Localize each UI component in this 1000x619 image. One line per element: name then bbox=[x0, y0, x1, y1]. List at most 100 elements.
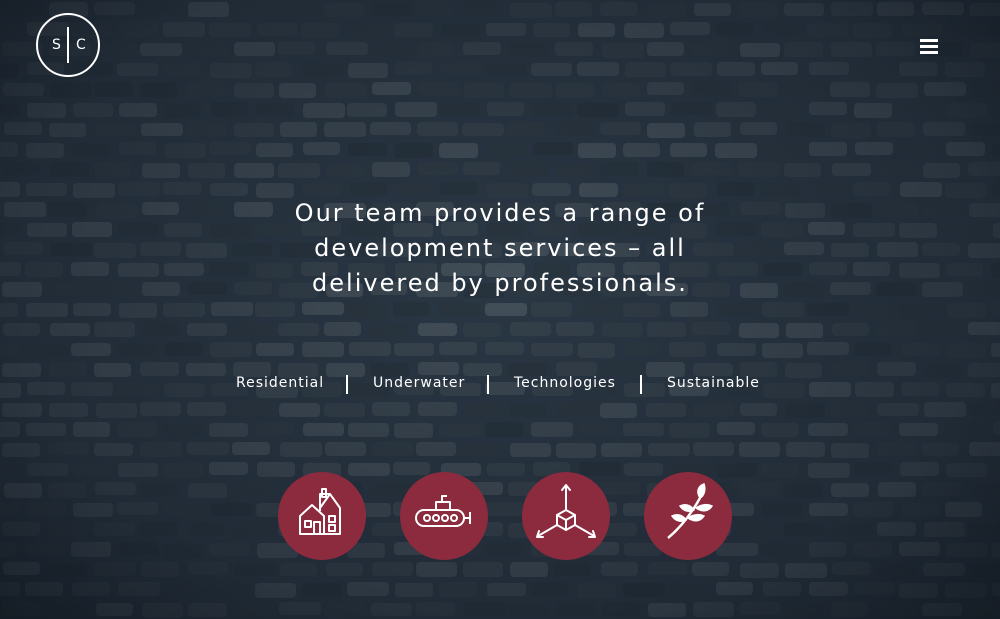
service-link-sustainable[interactable]: Sustainable bbox=[667, 375, 760, 391]
brick bbox=[140, 362, 179, 376]
brick bbox=[163, 62, 201, 77]
brick bbox=[26, 303, 68, 317]
brick bbox=[922, 482, 961, 496]
brick bbox=[807, 303, 849, 316]
brick bbox=[50, 323, 90, 336]
brick bbox=[853, 182, 890, 196]
brick bbox=[141, 123, 183, 136]
brick bbox=[140, 242, 181, 256]
brick bbox=[303, 142, 340, 155]
brick bbox=[395, 102, 437, 117]
brick bbox=[0, 462, 18, 476]
brick bbox=[968, 282, 1000, 295]
brick bbox=[117, 343, 158, 357]
brick bbox=[809, 262, 847, 275]
service-link-residential[interactable]: Residential bbox=[236, 375, 324, 391]
brick bbox=[876, 83, 918, 98]
brick bbox=[96, 603, 133, 616]
services-nav: Residential Underwater Technologies Sust… bbox=[0, 375, 1000, 397]
brick bbox=[761, 543, 800, 556]
brick bbox=[280, 442, 322, 457]
brick bbox=[278, 163, 320, 178]
brick bbox=[624, 23, 664, 38]
brick bbox=[187, 323, 227, 336]
brick bbox=[142, 202, 179, 215]
sustainable-button[interactable] bbox=[644, 472, 732, 560]
brick bbox=[670, 143, 707, 157]
brick bbox=[763, 582, 801, 596]
technologies-button[interactable] bbox=[522, 472, 610, 560]
brick bbox=[210, 63, 252, 78]
brick bbox=[347, 22, 389, 37]
underwater-button[interactable] bbox=[400, 472, 488, 560]
brick bbox=[0, 303, 18, 317]
brick bbox=[970, 83, 1000, 97]
brick bbox=[463, 562, 503, 577]
brick bbox=[922, 443, 959, 456]
service-link-underwater[interactable]: Underwater bbox=[373, 375, 465, 391]
brick bbox=[510, 443, 551, 457]
brick bbox=[210, 183, 248, 196]
brick bbox=[49, 523, 88, 538]
brick bbox=[187, 82, 226, 97]
brick bbox=[209, 142, 251, 155]
brick bbox=[877, 603, 917, 617]
brick bbox=[968, 243, 1000, 258]
brick bbox=[302, 342, 344, 357]
brick bbox=[968, 523, 1000, 536]
brick bbox=[256, 422, 294, 435]
hamburger-menu-icon[interactable] bbox=[920, 37, 938, 55]
brick bbox=[809, 582, 848, 596]
brick bbox=[3, 562, 40, 575]
brick bbox=[463, 162, 500, 175]
brick bbox=[968, 402, 1000, 416]
brick bbox=[509, 43, 548, 57]
brick bbox=[853, 23, 892, 38]
brick bbox=[738, 162, 780, 177]
brick bbox=[646, 403, 686, 417]
service-separator bbox=[487, 375, 489, 394]
brick bbox=[140, 43, 182, 56]
brick bbox=[899, 143, 937, 156]
brick bbox=[716, 102, 756, 117]
brick bbox=[94, 523, 135, 536]
brick bbox=[922, 2, 964, 15]
brick bbox=[555, 2, 592, 17]
brick bbox=[762, 302, 804, 317]
brick bbox=[118, 263, 159, 277]
brick bbox=[232, 402, 269, 416]
brick bbox=[947, 303, 986, 318]
brick bbox=[555, 42, 593, 56]
brick bbox=[50, 162, 89, 177]
brick bbox=[163, 463, 203, 478]
brick bbox=[372, 442, 413, 456]
brick bbox=[809, 62, 849, 75]
brick bbox=[946, 263, 983, 276]
brick bbox=[877, 522, 916, 536]
residential-button[interactable] bbox=[278, 472, 366, 560]
brick bbox=[279, 83, 316, 98]
brick bbox=[693, 602, 734, 617]
brick bbox=[901, 23, 942, 36]
brick bbox=[946, 543, 988, 557]
brick bbox=[49, 403, 88, 417]
brick bbox=[188, 522, 225, 535]
brick bbox=[163, 583, 205, 598]
brick bbox=[73, 303, 111, 316]
brick bbox=[188, 163, 225, 178]
brick bbox=[164, 223, 202, 237]
brick bbox=[0, 502, 21, 516]
brick bbox=[717, 62, 755, 76]
brick bbox=[602, 602, 641, 617]
brick bbox=[739, 323, 779, 338]
service-link-technologies[interactable]: Technologies bbox=[514, 375, 616, 391]
logo[interactable]: S C bbox=[36, 13, 100, 77]
brick bbox=[600, 403, 637, 418]
brick bbox=[464, 602, 505, 615]
brick bbox=[209, 462, 248, 475]
brick bbox=[809, 503, 848, 516]
brick bbox=[877, 122, 914, 137]
brick bbox=[463, 323, 501, 337]
brick bbox=[968, 162, 1000, 176]
brick bbox=[808, 463, 850, 478]
